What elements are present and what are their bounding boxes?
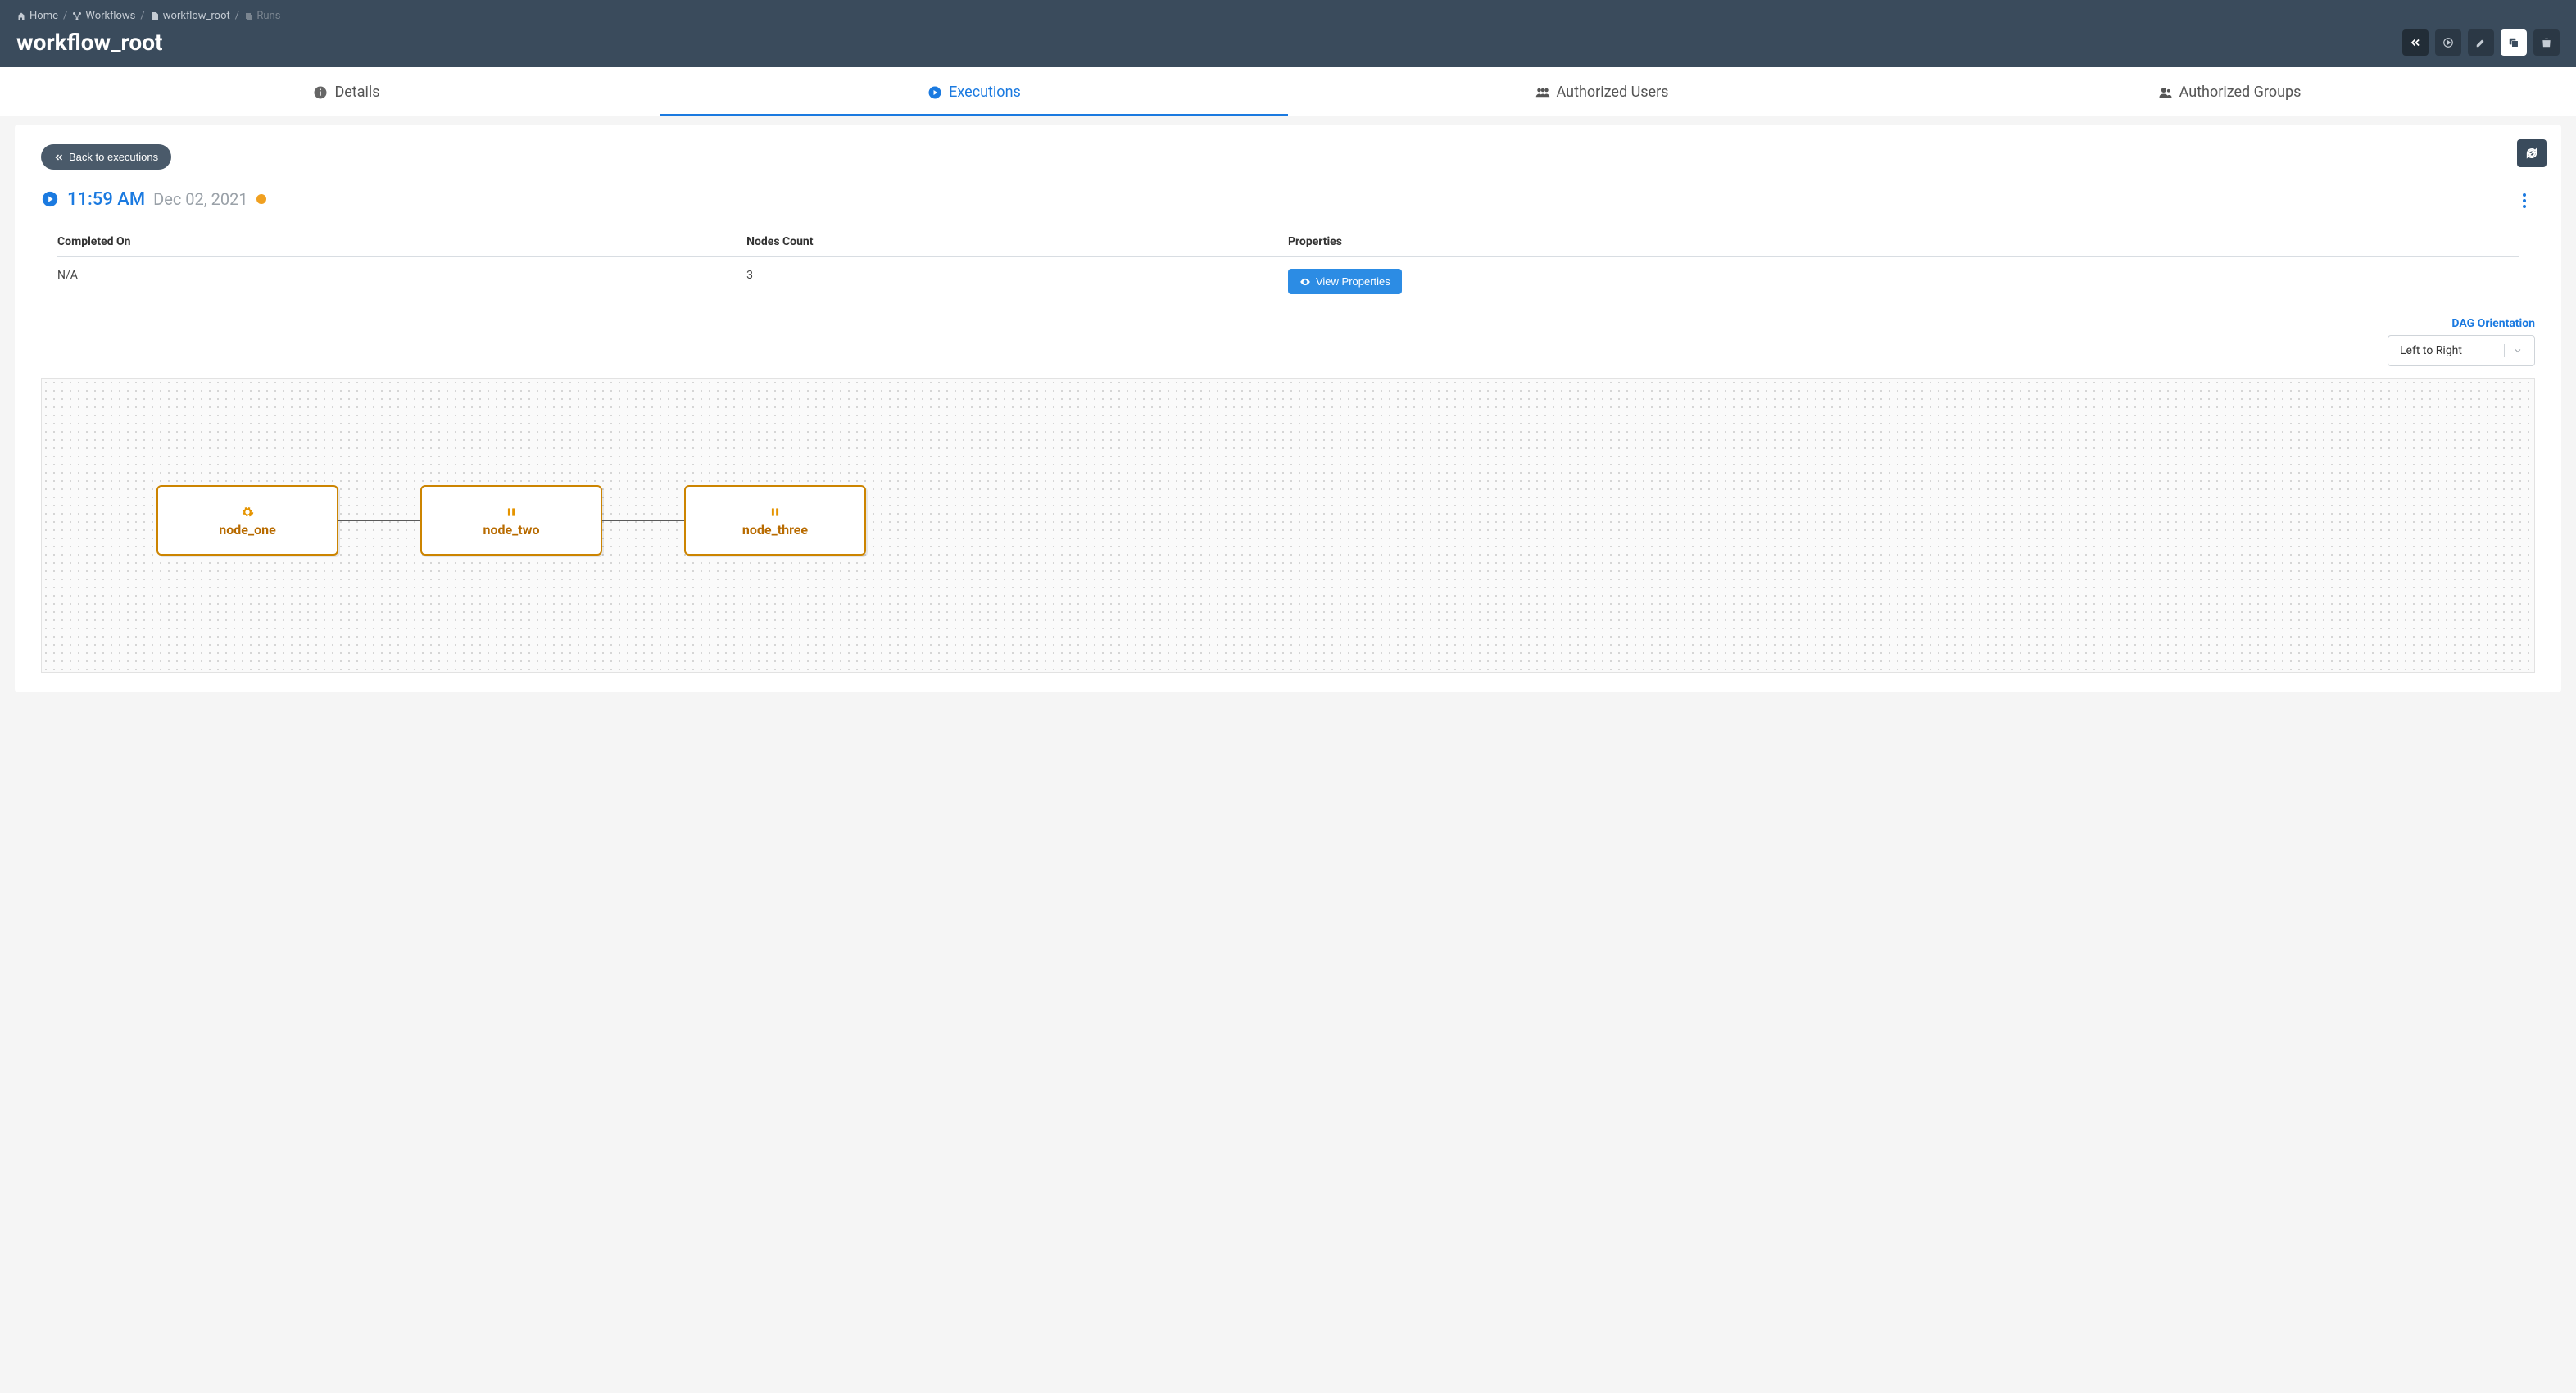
dag-node-two[interactable]: node_two: [420, 485, 602, 556]
tab-details[interactable]: Details: [33, 67, 660, 116]
header-actions: [2402, 29, 2560, 56]
content-panel: Back to executions 11:59 AM Dec 02, 2021…: [15, 125, 2561, 692]
refresh-button[interactable]: [2517, 139, 2547, 167]
run-date: Dec 02, 2021: [153, 189, 248, 209]
dag-canvas[interactable]: node_one node_two node_three: [41, 378, 2535, 673]
view-properties-button[interactable]: View Properties: [1288, 269, 1402, 294]
copy-button[interactable]: [2501, 29, 2527, 56]
col-nodes-count: Nodes Count: [746, 227, 1288, 257]
copy-icon: [244, 11, 254, 21]
breadcrumb-workflows[interactable]: Workflows: [72, 10, 135, 22]
users-icon: [1535, 85, 1550, 100]
chevron-down-icon: [2504, 344, 2523, 357]
eye-icon: [1299, 276, 1311, 288]
user-group-icon: [2158, 85, 2173, 100]
info-icon: [313, 85, 328, 100]
node-label: node_one: [219, 522, 275, 538]
completed-on-value: N/A: [57, 257, 746, 306]
more-vertical-icon: [2522, 193, 2527, 209]
breadcrumb-runs: Runs: [244, 10, 280, 22]
pause-icon: [769, 503, 781, 519]
tab-executions[interactable]: Executions: [660, 67, 1288, 116]
copy-stack-icon: [2508, 37, 2519, 48]
tabs-bar: Details Executions Authorized Users Auth…: [0, 67, 2576, 116]
breadcrumb-home[interactable]: Home: [16, 10, 58, 22]
nodes-count-value: 3: [746, 257, 1288, 306]
home-icon: [16, 11, 26, 21]
dag-edge: [338, 520, 420, 521]
table-row: N/A 3 View Properties: [57, 257, 2519, 306]
run-menu-button[interactable]: [2514, 186, 2535, 212]
col-completed-on: Completed On: [57, 227, 746, 257]
run-title: 11:59 AM Dec 02, 2021: [41, 189, 266, 210]
play-circle-icon: [41, 190, 59, 208]
dag-orientation-value: Left to Right: [2400, 344, 2462, 357]
file-icon: [150, 11, 160, 21]
play-circle-icon: [2442, 37, 2454, 48]
page-title: workflow_root: [16, 29, 162, 56]
dag-orientation-select[interactable]: Left to Right: [2388, 335, 2535, 366]
dag-node-three[interactable]: node_three: [684, 485, 866, 556]
workflow-icon: [72, 11, 82, 21]
run-info-table: Completed On Nodes Count Properties N/A …: [57, 227, 2519, 306]
breadcrumb: Home / Workflows / workflow_root / Runs: [16, 0, 2560, 25]
pencil-icon: [2475, 37, 2487, 48]
back-to-executions-button[interactable]: Back to executions: [41, 144, 171, 170]
run-button[interactable]: [2435, 29, 2461, 56]
dag-node-one[interactable]: node_one: [156, 485, 338, 556]
trash-icon: [2541, 37, 2552, 48]
refresh-icon: [2525, 147, 2538, 160]
run-time: 11:59 AM: [67, 189, 145, 210]
node-label: node_three: [742, 522, 808, 538]
edit-button[interactable]: [2468, 29, 2494, 56]
chevron-double-left-icon: [54, 152, 64, 162]
chevron-double-left-icon: [2410, 37, 2421, 48]
dag-edge: [602, 520, 684, 521]
breadcrumb-workflow-root[interactable]: workflow_root: [150, 10, 230, 22]
col-properties: Properties: [1288, 227, 2519, 257]
delete-button[interactable]: [2533, 29, 2560, 56]
play-circle-icon: [927, 85, 942, 100]
tab-authorized-users[interactable]: Authorized Users: [1288, 67, 1916, 116]
pause-icon: [506, 503, 517, 519]
dag-orientation-label: DAG Orientation: [2451, 317, 2535, 330]
gear-icon: [241, 503, 254, 519]
node-label: node_two: [483, 522, 540, 538]
collapse-button[interactable]: [2402, 29, 2429, 56]
status-indicator: [256, 194, 266, 204]
tab-authorized-groups[interactable]: Authorized Groups: [1916, 67, 2543, 116]
